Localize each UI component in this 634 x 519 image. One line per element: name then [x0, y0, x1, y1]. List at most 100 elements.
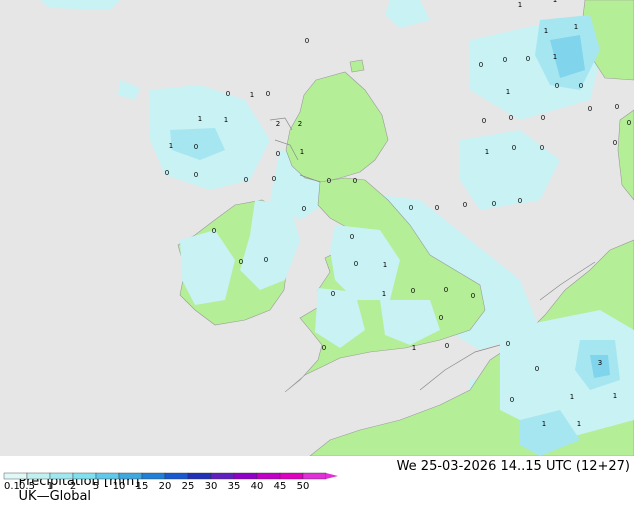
legend-tick-label: 25	[182, 481, 195, 490]
legend-swatch	[187, 472, 212, 480]
precip-point-value: 0	[439, 314, 443, 322]
precipitation-map: 0 1 0 0 1 1 2 2 1 1 1 1 1 1 0 0 0 0 0 0 1 0 0 0 0 1 0 0 0 0 0 1 0 0 0 0 0 0 0 0…	[0, 0, 634, 456]
precip-point-value: 0	[579, 82, 583, 90]
precip-point-value: 1	[574, 23, 578, 31]
precip-point-value: 0	[244, 176, 248, 184]
model-name: UK—Global	[18, 489, 92, 504]
legend-swatch	[141, 472, 166, 480]
precip-point-value: 0	[322, 344, 326, 352]
precip-point-value: 1	[382, 290, 386, 298]
precip-point-value: 0	[510, 396, 514, 404]
precip-point-value: 0	[302, 205, 306, 213]
legend-swatch	[49, 472, 74, 480]
precip-point-value: 0	[276, 150, 280, 158]
legend-swatch	[256, 472, 281, 480]
precip-point-value: 0	[327, 177, 331, 185]
legend-tick-label: 20	[159, 481, 172, 490]
precip-point-value: 1	[383, 261, 387, 269]
precip-point-value: 1	[506, 88, 510, 96]
precip-point-value: 0	[239, 258, 243, 266]
precip-point-value: 0	[479, 61, 483, 69]
precip-point-value: 0	[165, 169, 169, 177]
precip-point-value: 0	[266, 90, 270, 98]
precip-point-value: 0	[435, 204, 439, 212]
legend-swatch	[233, 472, 258, 480]
precip-point-value: 0	[445, 342, 449, 350]
precip-point-value: 2	[298, 120, 302, 128]
precip-point-value: 1	[300, 148, 304, 156]
precip-point-value: 1	[570, 393, 574, 401]
legend-tick-label: 1	[47, 481, 53, 490]
legend-swatch	[302, 472, 327, 480]
legend-tick-label: 30	[205, 481, 218, 490]
precip-point-value: 0	[518, 197, 522, 205]
precip-point-value: 1	[518, 1, 522, 9]
precip-point-value: 2	[276, 120, 280, 128]
precip-point-value: 1	[577, 420, 581, 428]
precip-point-value: 1	[169, 142, 173, 150]
legend-swatch	[118, 472, 143, 480]
legend-tick-label: 35	[228, 481, 241, 490]
precip-point-value: 0	[305, 37, 309, 45]
precip-point-value: 0	[409, 204, 413, 212]
precip-point-value: 1	[485, 148, 489, 156]
legend-overflow-arrow	[326, 473, 338, 479]
precip-point-value: 1	[553, 0, 557, 4]
precip-point-value: 1	[412, 344, 416, 352]
precip-point-value: 0	[194, 143, 198, 151]
legend-tick-label: 0.5	[19, 481, 35, 490]
precip-point-value: 0	[444, 286, 448, 294]
legend-swatch	[26, 472, 51, 480]
precip-point-value: 0	[354, 260, 358, 268]
precip-point-value: 0	[615, 103, 619, 111]
legend-tick-label: 50	[297, 481, 310, 490]
legend-tick-label: 10	[113, 481, 126, 490]
legend-tick-label: 5	[93, 481, 99, 490]
precip-point-value: 0	[555, 82, 559, 90]
precip-point-value: 1	[613, 392, 617, 400]
precip-point-value: 0	[535, 365, 539, 373]
precip-point-value: 0	[509, 114, 513, 122]
precip-point-value: 0	[411, 287, 415, 295]
precip-point-value: 1	[542, 420, 546, 428]
precip-point-value: 0	[541, 114, 545, 122]
precip-point-value: 0	[503, 56, 507, 64]
precip-point-value: 1	[544, 27, 548, 35]
legend-swatch	[164, 472, 189, 480]
precip-point-value: 1	[198, 115, 202, 123]
precip-point-value: 0	[353, 177, 357, 185]
precip-point-value: 0	[613, 139, 617, 147]
precip-point-value: 0	[482, 117, 486, 125]
legend-tick-label: 0.1	[4, 481, 20, 490]
precip-point-value: 0	[506, 340, 510, 348]
precip-point-value: 0	[194, 171, 198, 179]
legend-tick-label: 2	[70, 481, 76, 490]
precip-point-value: 0	[512, 144, 516, 152]
precip-point-value: 0	[627, 119, 631, 127]
precip-point-value: 0	[331, 290, 335, 298]
legend-swatch	[279, 472, 304, 480]
precip-point-value: 0	[463, 201, 467, 209]
legend-swatch	[3, 472, 28, 480]
legend-tick-label: 15	[136, 481, 149, 490]
precip-point-value: 0	[471, 292, 475, 300]
color-scale-legend: 0.1 0.5 1 2 5 10 15 20 25 30 35 40 45 50	[3, 472, 338, 490]
legend-swatch	[72, 472, 97, 480]
precip-point-value: 0	[272, 175, 276, 183]
legend-swatch	[210, 472, 235, 480]
precip-point-value: 1	[250, 91, 254, 99]
precip-point-value: 0	[588, 105, 592, 113]
precip-point-value: 0	[226, 90, 230, 98]
precip-point-value: 1	[553, 53, 557, 61]
legend-swatch	[95, 472, 120, 480]
precip-point-value: 3	[598, 359, 602, 367]
legend-tick-label: 45	[274, 481, 287, 490]
precip-point-value: 0	[492, 200, 496, 208]
precip-point-value: 0	[350, 233, 354, 241]
precip-point-value: 0	[526, 55, 530, 63]
precip-point-value: 0	[540, 144, 544, 152]
precip-point-value: 0	[212, 227, 216, 235]
precip-point-value: 0	[264, 256, 268, 264]
legend-tick-label: 40	[251, 481, 264, 490]
precip-point-value: 1	[224, 116, 228, 124]
